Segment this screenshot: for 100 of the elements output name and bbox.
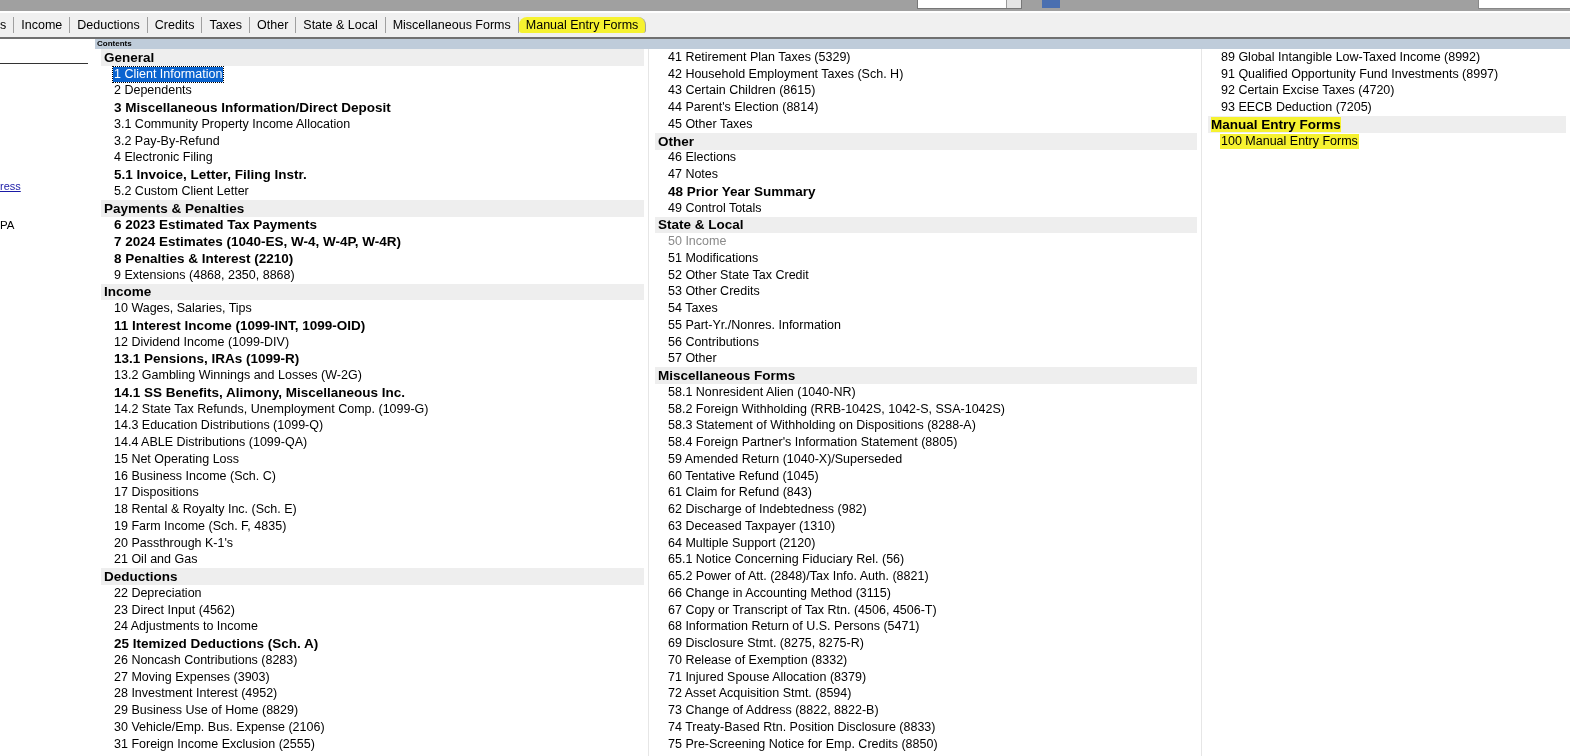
tab[interactable]: Income <box>14 17 71 33</box>
list-item[interactable]: 92 Certain Excise Taxes (4720) <box>1220 83 1396 99</box>
list-item[interactable]: 41 Retirement Plan Taxes (5329) <box>667 49 852 65</box>
list-item[interactable]: 3.1 Community Property Income Allocation <box>113 116 352 132</box>
list-item[interactable]: 70 Release of Exemption (8332) <box>667 652 849 668</box>
list-item[interactable]: 61 Claim for Refund (843) <box>667 485 813 501</box>
section-header: General <box>101 49 644 66</box>
list-item[interactable]: 45 Other Taxes <box>667 116 754 132</box>
list-item[interactable]: 15 Net Operating Loss <box>113 451 241 467</box>
list-item[interactable]: 72 Asset Acquisition Stmt. (8594) <box>667 686 853 702</box>
tab[interactable]: Taxes <box>202 17 251 33</box>
list-item[interactable]: 14.2 State Tax Refunds, Unemployment Comp. (1099-G) <box>113 401 430 417</box>
list-item[interactable]: 14.4 ABLE Distributions (1099-QA) <box>113 435 309 451</box>
list-item[interactable]: 63 Deceased Taxpayer (1310) <box>667 518 837 534</box>
list-item[interactable]: 100 Manual Entry Forms <box>1220 133 1359 149</box>
list-item[interactable]: 31 Foreign Income Exclusion (2555) <box>113 736 316 752</box>
list-item[interactable]: 71 Injured Spouse Allocation (8379) <box>667 669 868 685</box>
tab[interactable]: Other <box>250 17 297 33</box>
list-item[interactable]: 10 Wages, Salaries, Tips <box>113 301 253 317</box>
list-item[interactable]: 69 Disclosure Stmt. (8275, 8275-R) <box>667 636 865 652</box>
list-item[interactable]: 16 Business Income (Sch. C) <box>113 468 277 484</box>
list-item[interactable]: 25 Itemized Deductions (Sch. A) <box>113 636 320 652</box>
tab[interactable]: Manual Entry Forms <box>518 17 647 33</box>
list-item[interactable]: 13.1 Pensions, IRAs (1099-R) <box>113 351 301 367</box>
list-item[interactable]: 20 Passthrough K-1's <box>113 535 235 551</box>
list-item[interactable]: 29 Business Use of Home (8829) <box>113 703 300 719</box>
section-header: Income <box>101 283 644 301</box>
list-item[interactable]: 14.3 Education Distributions (1099-Q) <box>113 418 325 434</box>
list-item[interactable]: 53 Other Credits <box>667 284 761 300</box>
list-item[interactable]: 12 Dividend Income (1099-DIV) <box>113 334 291 350</box>
list-item[interactable]: 58.2 Foreign Withholding (RRB-1042S, 1042-S, SSA-1042S) <box>667 401 1006 417</box>
list-item[interactable]: 60 Tentative Refund (1045) <box>667 468 820 484</box>
link[interactable]: ress <box>0 180 21 192</box>
list-item[interactable]: 13.2 Gambling Winnings and Losses (W-2G) <box>113 368 363 384</box>
list-item[interactable]: 3 Miscellaneous Information/Direct Deposit <box>113 100 392 116</box>
list-item[interactable]: 65.1 Notice Concerning Fiduciary Rel. (56) <box>667 552 906 568</box>
list-item[interactable]: 18 Rental & Royalty Inc. (Sch. E) <box>113 502 298 518</box>
list-item[interactable]: 24 Adjustments to Income <box>113 619 259 635</box>
list-item[interactable]: 14.1 SS Benefits, Alimony, Miscellaneous Inc. <box>113 384 407 400</box>
list-item[interactable]: 1 Client Information <box>113 66 224 82</box>
list-item[interactable]: 56 Contributions <box>667 334 761 350</box>
list-item[interactable]: 49 Control Totals <box>667 200 763 216</box>
list-item[interactable]: 54 Taxes <box>667 301 719 317</box>
list-item[interactable]: 5.2 Custom Client Letter <box>113 183 250 199</box>
tab[interactable]: Deductions <box>70 17 148 33</box>
list-item[interactable]: 22 Depreciation <box>113 585 203 601</box>
list-item[interactable]: 28 Investment Interest (4952) <box>113 686 279 702</box>
list-item[interactable]: 46 Elections <box>667 150 738 166</box>
list-item[interactable]: 89 Global Intangible Low-Taxed Income (8992) <box>1220 49 1482 65</box>
list-item[interactable]: 59 Amended Return (1040-X)/Superseded <box>667 451 904 467</box>
list-item[interactable]: 57 Other <box>667 351 718 367</box>
section-header: State & Local <box>655 216 1197 234</box>
tab[interactable]: Miscellaneous Forms <box>385 17 519 33</box>
tab[interactable]: Credits <box>147 17 203 33</box>
list-item[interactable]: 66 Change in Accounting Method (3115) <box>667 585 892 601</box>
list-item[interactable]: 5.1 Invoice, Letter, Filing Instr. <box>113 167 308 183</box>
list-item[interactable]: 58.3 Statement of Withholding on Dispositions (8288-A) <box>667 418 977 434</box>
list-item[interactable]: 27 Moving Expenses (3903) <box>113 669 271 685</box>
list-item[interactable]: 4 Electronic Filing <box>113 150 214 166</box>
list-item[interactable]: 7 2024 Estimates (1040-ES, W-4, W-4P, W-4R) <box>113 234 403 250</box>
list-item[interactable]: 64 Multiple Support (2120) <box>667 535 817 551</box>
list-item[interactable]: 11 Interest Income (1099-INT, 1099-OID) <box>113 317 367 333</box>
tab[interactable]: State & Local <box>296 17 386 33</box>
list-item[interactable]: 8 Penalties & Interest (2210) <box>113 250 295 266</box>
list-item[interactable]: 44 Parent's Election (8814) <box>667 100 820 116</box>
list-item[interactable]: 62 Discharge of Indebtedness (982) <box>667 502 868 518</box>
list-item[interactable]: 65.2 Power of Att. (2848)/Tax Info. Auth. (8821) <box>667 569 930 585</box>
list-item[interactable]: 67 Copy or Transcript of Tax Rtn. (4506, 4506-T) <box>667 602 938 618</box>
tab[interactable]: s <box>0 17 15 33</box>
list-item[interactable]: 74 Treaty-Based Rtn. Position Disclosure (8833) <box>667 719 937 735</box>
list-item[interactable]: 73 Change of Address (8822, 8822-B) <box>667 703 880 719</box>
section-header: Deductions <box>101 568 644 585</box>
list-item[interactable]: 42 Household Employment Taxes (Sch. H) <box>667 66 905 82</box>
list-item[interactable]: 26 Noncash Contributions (8283) <box>113 652 299 668</box>
list-item[interactable]: 55 Part-Yr./Nonres. Information <box>667 317 842 333</box>
list-item[interactable]: 6 2023 Estimated Tax Payments <box>113 217 319 233</box>
list-item[interactable]: 48 Prior Year Summary <box>667 183 817 199</box>
list-item[interactable]: 47 Notes <box>667 167 720 183</box>
list-item[interactable]: 30 Vehicle/Emp. Bus. Expense (2106) <box>113 719 326 735</box>
list-item[interactable]: 9 Extensions (4868, 2350, 8868) <box>113 267 296 283</box>
list-item[interactable]: 58.4 Foreign Partner's Information Statement (8805) <box>667 435 959 451</box>
list-item[interactable]: 75 Pre-Screening Notice for Emp. Credits (8850) <box>667 736 939 752</box>
list-item[interactable]: 17 Dispositions <box>113 485 200 501</box>
list-item[interactable]: 93 EECB Deduction (7205) <box>1220 100 1373 116</box>
list-item[interactable]: 51 Modifications <box>667 250 760 266</box>
side-text: PA <box>0 219 15 231</box>
list-item[interactable]: 43 Certain Children (8615) <box>667 83 817 99</box>
section-header: Payments & Penalties <box>101 199 644 217</box>
list-item[interactable]: 2 Dependents <box>113 83 193 99</box>
section-header: Other <box>655 132 1197 150</box>
list-item[interactable]: 68 Information Return of U.S. Persons (5471) <box>667 619 921 635</box>
list-item[interactable]: 21 Oil and Gas <box>113 552 199 568</box>
list-item[interactable]: 19 Farm Income (Sch. F, 4835) <box>113 518 288 534</box>
section-header: Manual Entry Forms <box>1208 116 1566 133</box>
list-item[interactable]: 23 Direct Input (4562) <box>113 602 236 618</box>
list-item[interactable]: 58.1 Nonresident Alien (1040-NR) <box>667 384 857 400</box>
contents-header: Contents <box>95 39 1570 49</box>
list-item[interactable]: 91 Qualified Opportunity Fund Investments (8997) <box>1220 66 1500 82</box>
list-item[interactable]: 3.2 Pay-By-Refund <box>113 133 221 149</box>
list-item[interactable]: 52 Other State Tax Credit <box>667 267 810 283</box>
